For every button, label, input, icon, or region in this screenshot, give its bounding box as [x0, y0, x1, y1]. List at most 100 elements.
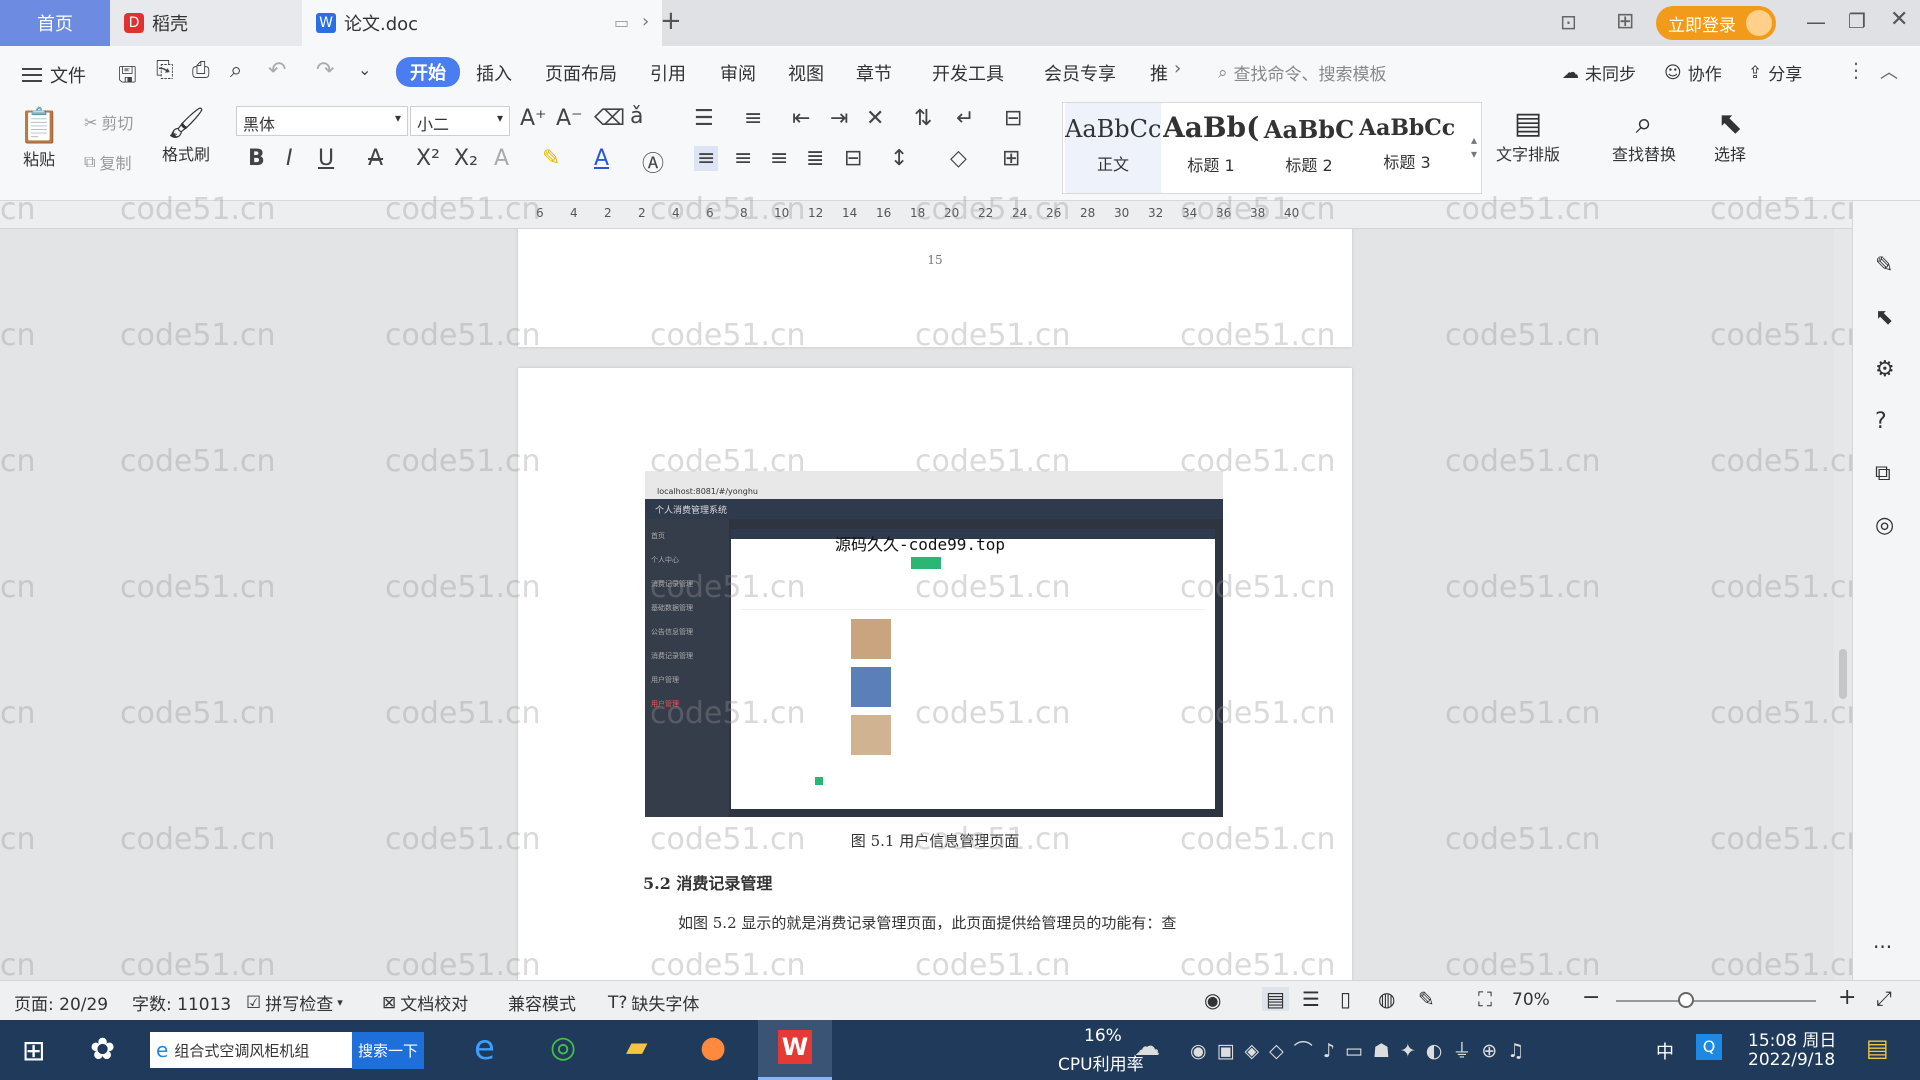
- menu-chapter[interactable]: 章节: [856, 60, 892, 86]
- superscript-icon[interactable]: X²: [416, 146, 440, 171]
- spell-check-button[interactable]: ☑ 拼写检查 ▾: [246, 990, 343, 1016]
- eye-protection-icon[interactable]: ◉: [1204, 988, 1221, 1012]
- align-right-icon[interactable]: ≡: [770, 146, 788, 171]
- fullscreen-icon[interactable]: ⤢: [1876, 986, 1892, 1010]
- strikethrough-icon[interactable]: A: [368, 146, 383, 171]
- sync-button[interactable]: ☁ 未同步: [1562, 60, 1636, 86]
- help-icon[interactable]: ?: [1875, 409, 1887, 434]
- collab-button[interactable]: ☺ 协作: [1664, 60, 1722, 86]
- underline-icon[interactable]: U: [318, 146, 334, 171]
- menu-member[interactable]: 会员专享: [1044, 60, 1116, 86]
- export-pdf-icon[interactable]: ⎘: [156, 58, 174, 83]
- highlight-icon[interactable]: ✎: [542, 146, 560, 171]
- share-button[interactable]: ⇪ 分享: [1748, 60, 1802, 86]
- proofread-button[interactable]: ⊠ 文档校对: [382, 990, 468, 1016]
- menu-page-layout[interactable]: 页面布局: [545, 60, 617, 86]
- taskbar-search[interactable]: e 组合式空调风柜机组 搜索一下: [150, 1031, 424, 1069]
- write-view-icon[interactable]: ✎: [1418, 987, 1435, 1011]
- menu-developer[interactable]: 开发工具: [932, 60, 1004, 86]
- close-window-icon[interactable]: ✕: [1890, 7, 1908, 32]
- file-explorer-icon[interactable]: ▰: [626, 1030, 648, 1063]
- justify-icon[interactable]: ≣: [806, 146, 824, 171]
- restore-icon[interactable]: ❐: [1848, 9, 1866, 33]
- borders-icon[interactable]: ⊞: [1002, 146, 1020, 171]
- text-layout-button[interactable]: ▤ 文字排版: [1496, 106, 1560, 165]
- decrease-indent-icon[interactable]: ⇤: [792, 106, 810, 131]
- qq-icon[interactable]: Q: [1696, 1034, 1722, 1060]
- grow-font-icon[interactable]: A⁺: [520, 106, 547, 131]
- format-painter-button[interactable]: 🖌 格式刷: [162, 106, 210, 165]
- more-options-icon[interactable]: ⋮: [1846, 58, 1866, 82]
- browser-360-icon[interactable]: ◎: [550, 1030, 576, 1065]
- windows-start-icon[interactable]: ⊞: [22, 1034, 45, 1067]
- cut-button[interactable]: ✂ 剪切: [84, 110, 133, 134]
- embedded-screenshot[interactable]: localhost:8081/#/yonghu 个人消费管理系统 首页 个人中心…: [645, 471, 1223, 817]
- undo-icon[interactable]: ↶: [268, 58, 286, 83]
- redo-icon[interactable]: ↷: [316, 58, 334, 83]
- style-heading-2[interactable]: AaBbC 标题 2: [1261, 103, 1357, 193]
- pen-icon[interactable]: ✎: [1875, 253, 1893, 278]
- close-tab-icon[interactable]: ›: [642, 11, 649, 32]
- numbered-list-icon[interactable]: ≡: [744, 106, 762, 131]
- print-icon[interactable]: ⎙: [192, 58, 210, 83]
- tab-docer[interactable]: D 稻壳: [110, 0, 302, 46]
- menu-recommend[interactable]: 推: [1150, 60, 1168, 86]
- font-color-icon[interactable]: A: [594, 146, 609, 171]
- taskbar-search-button[interactable]: 搜索一下: [351, 1031, 424, 1069]
- show-marks-icon[interactable]: ↵: [956, 106, 974, 131]
- adjust-icon[interactable]: ⚙: [1875, 357, 1895, 382]
- web-view-icon[interactable]: ◍: [1378, 987, 1395, 1011]
- horizontal-ruler[interactable]: 6 4 2 2 4 6 8 10 12 14 16 18 20 22 24 26 28 30 32 34 36 38 40: [0, 201, 1920, 229]
- scrollbar-thumb[interactable]: [1839, 649, 1847, 699]
- menu-review[interactable]: 审阅: [720, 60, 756, 86]
- line-spacing-icon[interactable]: ↕: [890, 146, 908, 171]
- menu-start[interactable]: 开始: [396, 57, 460, 87]
- clear-format-icon[interactable]: ⌫: [594, 106, 625, 131]
- gallery-scroll-icon[interactable]: ▴ ▾: [1471, 133, 1477, 161]
- app-pinwheel-icon[interactable]: ✿: [90, 1032, 115, 1067]
- quick-access-dropdown-icon[interactable]: ⌄: [358, 60, 371, 79]
- style-normal[interactable]: AaBbCcI 正文: [1065, 103, 1161, 193]
- compass-icon[interactable]: ◎: [1875, 513, 1894, 538]
- translate-icon[interactable]: ⧉: [1875, 461, 1891, 486]
- paste-button[interactable]: 📋 粘贴: [18, 106, 60, 170]
- style-heading-3[interactable]: AaBbCcl 标题 3: [1359, 103, 1455, 193]
- pinyin-icon[interactable]: ǎ: [630, 104, 643, 129]
- tab-document[interactable]: W 论文.doc ▭ ›: [302, 0, 662, 46]
- find-replace-button[interactable]: ⌕ 查找替换: [1612, 106, 1676, 165]
- login-button[interactable]: 立即登录: [1656, 6, 1776, 40]
- zoom-slider[interactable]: [1616, 992, 1816, 1008]
- char-border-icon[interactable]: Ⓐ: [642, 146, 664, 178]
- copy-button[interactable]: ⧉ 复制: [84, 150, 131, 174]
- distribute-icon[interactable]: ⊟: [844, 146, 862, 171]
- sort-icon[interactable]: ⇅: [914, 106, 932, 131]
- more-icon[interactable]: ···: [1873, 935, 1892, 959]
- internet-explorer-icon[interactable]: e: [474, 1028, 495, 1068]
- layout-icon[interactable]: ⊡: [1560, 10, 1577, 34]
- document-canvas[interactable]: 15 localhost:8081/#/yonghu 个人消费管理系统 首页 个…: [0, 229, 1832, 980]
- pointer-icon[interactable]: ⬉: [1875, 305, 1893, 330]
- zoom-out-icon[interactable]: −: [1582, 985, 1600, 1010]
- menu-view[interactable]: 视图: [788, 60, 824, 86]
- tray-icons[interactable]: ◉▣◈◇⌒♪▭☗✦◐⏚⊕♫: [1190, 1036, 1534, 1063]
- weather-icon[interactable]: ☁: [1134, 1032, 1160, 1062]
- shading-icon[interactable]: ◇: [950, 146, 967, 171]
- select-button[interactable]: ⬉ 选择: [1714, 106, 1746, 165]
- zoom-in-icon[interactable]: +: [1838, 985, 1856, 1010]
- subscript-icon[interactable]: X₂: [454, 146, 478, 171]
- wps-taskbar-button[interactable]: W: [758, 1020, 832, 1080]
- scrollbar-track[interactable]: [1834, 229, 1852, 980]
- print-preview-icon[interactable]: ⌕: [230, 58, 242, 83]
- chinese-layout-icon[interactable]: ✕: [866, 106, 884, 131]
- menu-references[interactable]: 引用: [650, 60, 686, 86]
- ime-indicator[interactable]: 中: [1656, 1038, 1674, 1064]
- collapse-ribbon-icon[interactable]: ︿: [1880, 58, 1898, 84]
- tab-home[interactable]: 首页: [0, 0, 110, 46]
- more-tabs-icon[interactable]: ›: [1174, 58, 1181, 79]
- fit-page-icon[interactable]: ⛶: [1478, 987, 1492, 1011]
- align-center-icon[interactable]: ≡: [734, 146, 752, 171]
- zoom-slider-handle[interactable]: [1678, 992, 1694, 1008]
- game-app-icon[interactable]: ●: [700, 1030, 726, 1065]
- file-menu[interactable]: 文件: [22, 62, 86, 88]
- text-effect-icon[interactable]: A: [494, 146, 509, 171]
